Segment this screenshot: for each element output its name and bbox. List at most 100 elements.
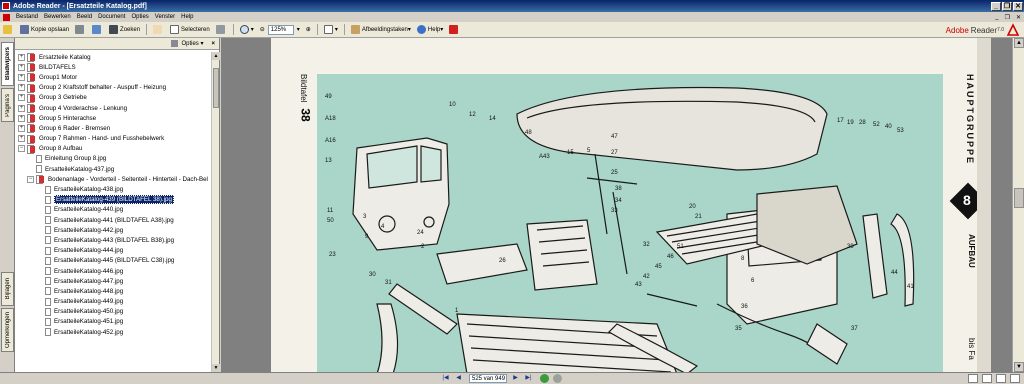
page-number-field[interactable]: 525 van 949 (469, 374, 507, 383)
minimize-button[interactable]: _ (991, 1, 1001, 11)
menu-document[interactable]: Document (95, 14, 128, 20)
doc-scroll-thumb[interactable] (1014, 188, 1024, 208)
tab-comments[interactable]: Opmerkingen (1, 308, 14, 352)
document-scrollbar[interactable]: ▲ ▼ (1012, 38, 1024, 372)
previous-page-button[interactable]: ◀ (453, 374, 464, 383)
bookmark-item[interactable]: − Bodenanlage - Vorderteil - Seitenteil -… (15, 174, 212, 185)
zoom-level-field[interactable]: 125% (267, 24, 294, 35)
bookmark-item[interactable]: + Group1 Motor (15, 72, 212, 83)
menu-venster[interactable]: Venster (152, 14, 178, 20)
bookmark-item[interactable]: + Group 4 Vorderachse - Lenkung (15, 103, 212, 114)
expand-icon[interactable]: + (18, 124, 25, 132)
zoom-tool-button[interactable]: ▾ (237, 23, 257, 36)
menu-help[interactable]: Help (178, 14, 196, 20)
expand-icon[interactable]: + (18, 135, 25, 143)
doc-minimize-button[interactable]: _ (992, 14, 1001, 20)
bookmark-item[interactable]: + Group 5 Hinterachse (15, 113, 212, 124)
search-button[interactable]: Zoeken (106, 23, 143, 36)
maximize-button[interactable]: ❐ (1002, 1, 1012, 11)
bookmark-page-item[interactable]: Einleitung Group 8.jpg (15, 154, 212, 164)
tab-attachments[interactable]: Bijlagen (1, 272, 14, 306)
bookmark-item[interactable]: + BILDTAFELS (15, 62, 212, 73)
collapse-icon[interactable]: − (18, 145, 25, 153)
menu-beeld[interactable]: Beeld (74, 14, 95, 20)
expand-icon[interactable]: + (18, 53, 25, 61)
single-page-view-icon[interactable] (968, 374, 978, 383)
image-tasks-button[interactable]: Afbeeldingstaken ▾ (348, 23, 414, 36)
scroll-thumb[interactable] (213, 68, 219, 108)
bookmark-page-item[interactable]: ErsatteileKatalog-441 (BILDTAFEL A38).jp… (15, 215, 212, 225)
bookmark-item[interactable]: + Group 3 Getriebe (15, 93, 212, 103)
save-copy-label: Kopie opslaan (31, 26, 70, 33)
menu-bewerken[interactable]: Bewerken (41, 14, 74, 20)
expand-icon[interactable]: + (18, 114, 25, 122)
open-button[interactable] (0, 23, 17, 36)
continuous-view-icon[interactable] (982, 374, 992, 383)
bookmark-page-item[interactable]: ErsatteileKatalog-440.jpg (15, 205, 212, 215)
bookmark-page-item[interactable]: ErsatteileKatalog-448.jpg (15, 286, 212, 296)
zoom-out-button[interactable]: ⊖ (257, 23, 268, 36)
facing-view-icon[interactable] (996, 374, 1006, 383)
panel-close-button[interactable]: × (211, 41, 215, 47)
bookmark-item[interactable]: − Group 8 Aufbau (15, 144, 212, 154)
bookmark-page-item[interactable]: ErsatteileKatalog-451.jpg (15, 317, 212, 327)
hand-tool-button[interactable] (150, 23, 167, 36)
bookmark-page-item[interactable]: ErsatteileKatalog-445 (BILDTAFEL C38).jp… (15, 256, 212, 266)
bookmark-page-item[interactable]: ErsatteileKatalog-438.jpg (15, 184, 212, 194)
bookmark-item[interactable]: + Group 2 Kraftstoff behalter - Auspuff -… (15, 83, 212, 93)
scroll-up-arrow[interactable]: ▲ (212, 52, 220, 60)
page-icon (45, 216, 51, 225)
snapshot-button[interactable] (213, 23, 230, 36)
previous-view-icon[interactable] (540, 374, 549, 383)
bookmark-page-item[interactable]: ErsatteileKatalog-446.jpg (15, 266, 212, 276)
next-view-icon[interactable] (553, 374, 562, 383)
zoom-in-button[interactable]: ⊕ (303, 23, 314, 36)
bookmark-page-item[interactable]: ErsatteileKatalog-447.jpg (15, 276, 212, 286)
options-dropdown-icon[interactable]: ▾ (199, 40, 203, 47)
expand-icon[interactable]: + (18, 73, 25, 81)
document-view[interactable]: Bildtafel 38 HAUPTGRUPPE 8 AUFBAU bis Fa… (221, 38, 1012, 375)
email-button[interactable] (89, 23, 106, 36)
last-page-button[interactable]: ▶| (523, 374, 534, 383)
tab-pages[interactable]: Pagina's (1, 88, 14, 122)
bookmark-page-item[interactable]: ErsatteileKatalog-437.jpg (15, 164, 212, 174)
part-number-label: 49 (325, 94, 332, 100)
select-tool-button[interactable]: Selecteren (167, 23, 213, 36)
doc-restore-button[interactable]: ❐ (1002, 14, 1013, 21)
scroll-down-arrow[interactable]: ▼ (212, 364, 220, 372)
next-page-button[interactable]: ▶ (510, 374, 521, 383)
bookmark-page-item[interactable]: ErsatteileKatalog-439 (BILDTAFEL 38).jpg (15, 195, 212, 205)
continuous-facing-view-icon[interactable] (1010, 374, 1020, 383)
bookmark-item[interactable]: + Group 7 Rahmen - Hand- und Fusshebelwer… (15, 134, 212, 144)
tab-bookmarks[interactable]: Bladwijzers (1, 42, 14, 86)
doc-close-button[interactable]: ✕ (1013, 14, 1024, 21)
bookmark-item[interactable]: + Ersatzteile Katalog (15, 52, 212, 63)
bookmark-item[interactable]: + Group 6 Rader - Bremsen (15, 123, 212, 134)
bookmark-page-item[interactable]: ErsatteileKatalog-444.jpg (15, 246, 212, 256)
bookmark-page-item[interactable]: ErsatteileKatalog-443 (BILDTAFEL B38).jp… (15, 235, 212, 245)
expand-icon[interactable]: + (18, 84, 25, 92)
doc-scroll-down[interactable]: ▼ (1014, 362, 1024, 372)
bookmark-page-item[interactable]: ErsatteileKatalog-449.jpg (15, 297, 212, 307)
bookmark-page-item[interactable]: ErsatteileKatalog-452.jpg (15, 327, 212, 337)
expand-icon[interactable]: + (18, 104, 25, 112)
print-button[interactable] (72, 23, 89, 36)
yahoo-button[interactable] (446, 23, 463, 36)
save-copy-button[interactable]: Kopie opslaan (17, 23, 72, 36)
bookmark-scrollbar[interactable]: ▲ ▼ (211, 52, 220, 372)
expand-icon[interactable]: + (18, 94, 25, 102)
doc-scroll-up[interactable]: ▲ (1014, 38, 1024, 48)
expand-icon[interactable]: + (18, 63, 25, 71)
zoom-dropdown[interactable]: ▾ (294, 23, 303, 36)
collapse-icon[interactable]: − (27, 175, 34, 183)
close-button[interactable]: ✕ (1013, 1, 1023, 11)
menu-bestand[interactable]: Bestand (13, 14, 41, 20)
bookmark-page-item[interactable]: ErsatteileKatalog-450.jpg (15, 307, 212, 317)
first-page-button[interactable]: |◀ (440, 374, 451, 383)
rotate-button[interactable]: ▾ (321, 23, 341, 36)
help-button[interactable]: Help ▾ (414, 23, 446, 36)
bookmark-page-item[interactable]: ErsatteileKatalog-442.jpg (15, 225, 212, 235)
options-button[interactable]: Opties (181, 41, 198, 47)
menu-opties[interactable]: Opties (128, 14, 151, 20)
